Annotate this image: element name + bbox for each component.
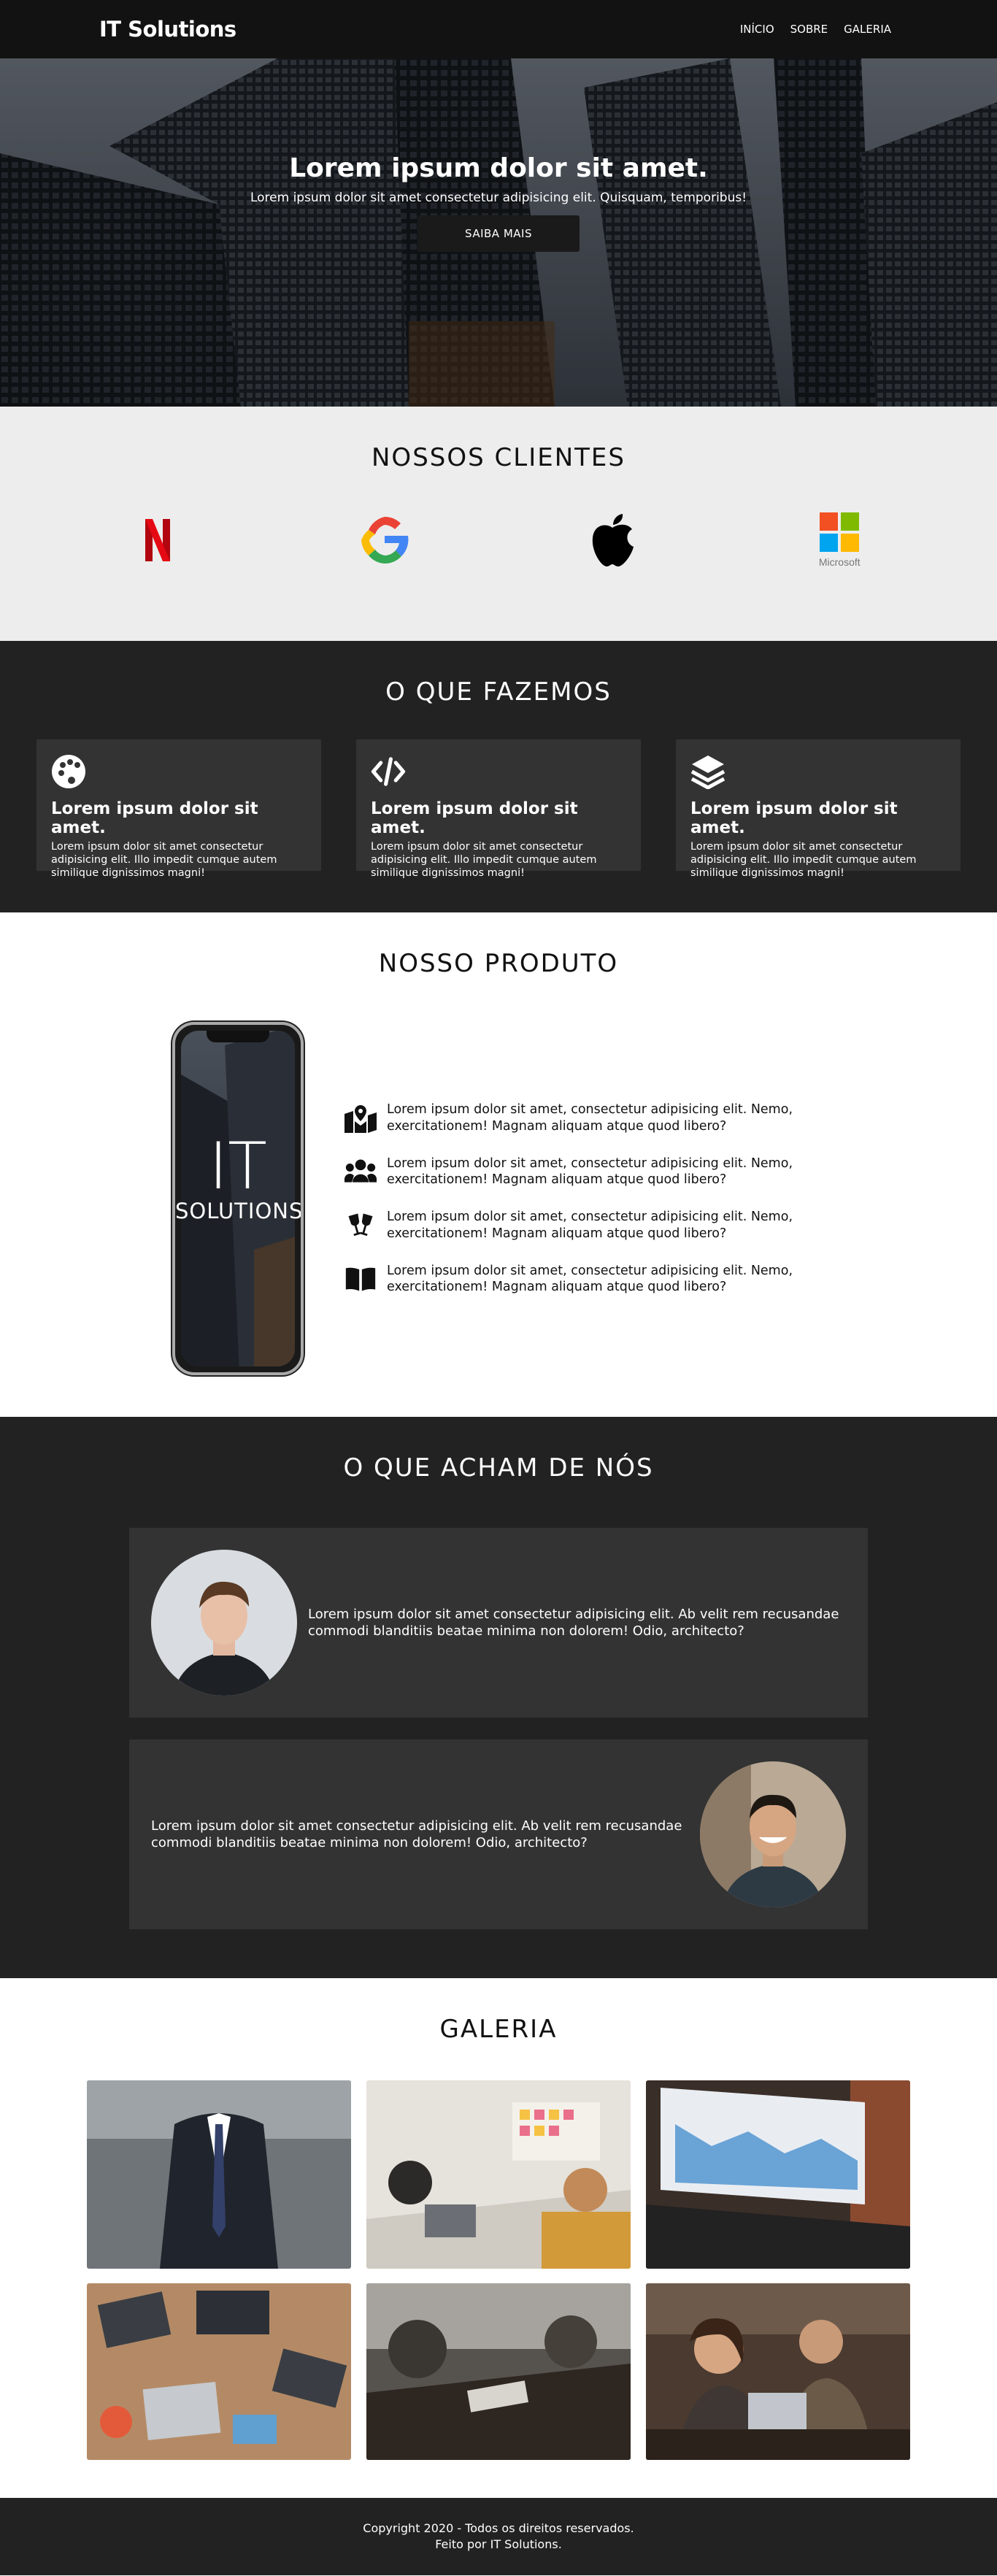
service-card-title: Lorem ipsum dolor sit amet. [371, 799, 578, 837]
users-icon [344, 1159, 377, 1183]
clients-section: NOSSOS CLIENTES Microsoft [0, 407, 997, 641]
teamwork-table-photo[interactable] [366, 2283, 631, 2460]
services-cards: Lorem ipsum dolor sit amet. Lorem ipsum … [0, 739, 997, 879]
book-open-icon [345, 1267, 376, 1291]
feature-item: Lorem ipsum dolor sit amet, consectetur … [344, 1101, 825, 1135]
product-title: NOSSO PRODUTO [378, 949, 619, 978]
nav-link-sobre[interactable]: SOBRE [790, 23, 828, 36]
clients-title: NOSSOS CLIENTES [372, 443, 625, 472]
phone-logo-it: IT [209, 1129, 267, 1204]
testimonial-text: Lorem ipsum dolor sit amet consectetur a… [308, 1606, 839, 1639]
clients-logos: Microsoft [0, 507, 997, 573]
hero-title: Lorem ipsum dolor sit amet. [289, 153, 708, 183]
services-title: O QUE FAZEMOS [385, 677, 612, 707]
coworkers-laptop-photo[interactable] [646, 2283, 910, 2460]
nav-link-inicio[interactable]: INÍCIO [740, 23, 774, 36]
gallery-title: GALERIA [439, 2015, 558, 2044]
palette-icon [52, 755, 85, 788]
microsoft-logo: Microsoft [799, 507, 879, 573]
gallery-section: GALERIA [0, 1978, 997, 2498]
service-card: Lorem ipsum dolor sit amet. Lorem ipsum … [356, 739, 641, 879]
footer-credit: Feito por IT Solutions. [435, 2537, 562, 2551]
feature-text: Lorem ipsum dolor sit amet, consectetur … [387, 1102, 793, 1134]
google-logo [344, 507, 425, 573]
code-icon [371, 757, 406, 786]
footer-copyright: Copyright 2020 - Todos os direitos reser… [363, 2521, 634, 2536]
feature-text: Lorem ipsum dolor sit amet, consectetur … [387, 1210, 793, 1241]
desk-overhead-photo[interactable] [87, 2283, 351, 2460]
feature-item: Lorem ipsum dolor sit amet, consectetur … [344, 1209, 825, 1242]
hero-subtitle: Lorem ipsum dolor sit amet consectetur a… [250, 191, 747, 205]
service-card: Lorem ipsum dolor sit amet. Lorem ipsum … [676, 739, 961, 879]
feature-item: Lorem ipsum dolor sit amet, consectetur … [344, 1156, 825, 1189]
avatar [700, 1761, 846, 1907]
service-card-title: Lorem ipsum dolor sit amet. [690, 799, 898, 837]
testimonials-section: O QUE ACHAM DE NÓS Lorem ipsum dolor sit… [0, 1417, 997, 1978]
feature-text: Lorem ipsum dolor sit amet, consectetur … [387, 1263, 793, 1295]
phone-logo-solutions: SOLUTIONS [175, 1199, 304, 1223]
glass-cheers-icon [348, 1213, 373, 1236]
netflix-logo [118, 507, 198, 573]
service-card-text: Lorem ipsum dolor sit amet consectetur a… [690, 841, 917, 880]
hero-section: Lorem ipsum dolor sit amet. Lorem ipsum … [0, 58, 997, 407]
testimonials-title: O QUE ACHAM DE NÓS [343, 1453, 654, 1483]
footer: Copyright 2020 - Todos os direitos reser… [0, 2498, 997, 2575]
avatar [151, 1550, 297, 1696]
laptop-dashboard-photo[interactable] [646, 2080, 910, 2269]
service-card-text: Lorem ipsum dolor sit amet consectetur a… [371, 841, 597, 880]
service-card: Lorem ipsum dolor sit amet. Lorem ipsum … [36, 739, 321, 879]
testimonial-text: Lorem ipsum dolor sit amet consectetur a… [151, 1818, 682, 1850]
microsoft-label: Microsoft [818, 556, 861, 568]
map-marked-icon [344, 1104, 377, 1133]
product-section: NOSSO PRODUTO IT SOLUTIONS Lorem ipsum d… [0, 912, 997, 1417]
navbar: IT Solutions INÍCIO SOBRE GALERIA [0, 0, 997, 58]
service-card-text: Lorem ipsum dolor sit amet consectetur a… [51, 841, 277, 880]
meeting-photo[interactable] [366, 2080, 631, 2269]
service-card-title: Lorem ipsum dolor sit amet. [51, 799, 258, 837]
businessman-photo[interactable] [87, 2080, 351, 2269]
testimonial-card: Lorem ipsum dolor sit amet consectetur a… [129, 1739, 868, 1929]
saiba-mais-button[interactable]: SAIBA MAIS [417, 215, 580, 252]
services-section: O QUE FAZEMOS Lorem ipsum dolor sit amet… [0, 641, 997, 912]
product-features: Lorem ipsum dolor sit amet, consectetur … [344, 1101, 825, 1296]
feature-text: Lorem ipsum dolor sit amet, consectetur … [387, 1156, 793, 1188]
gallery-grid [0, 2080, 997, 2460]
layers-icon [690, 756, 725, 790]
apple-logo [572, 507, 653, 573]
phone-screen-logo: IT SOLUTIONS [175, 1129, 304, 1224]
nav-links: INÍCIO SOBRE GALERIA [740, 23, 891, 36]
phone-notch [207, 1031, 269, 1042]
testimonial-card: Lorem ipsum dolor sit amet consectetur a… [129, 1528, 868, 1718]
feature-item: Lorem ipsum dolor sit amet, consectetur … [344, 1263, 825, 1296]
brand-logo[interactable]: IT Solutions [99, 17, 236, 42]
phone-mockup: IT SOLUTIONS [172, 1022, 304, 1375]
nav-link-galeria[interactable]: GALERIA [844, 23, 891, 36]
